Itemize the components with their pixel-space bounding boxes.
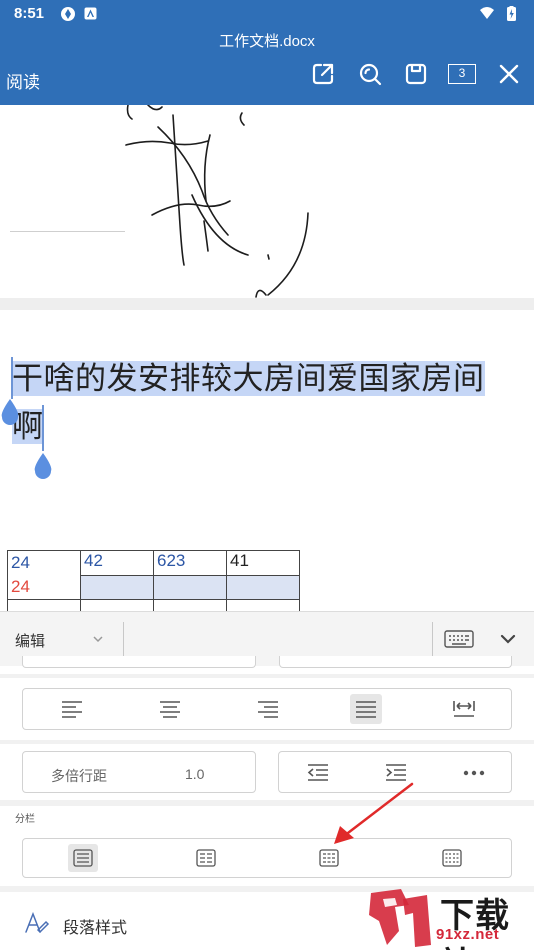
table-row: 24 24 42 623 41 (7, 550, 300, 600)
document-canvas[interactable]: 干啥的发安排较大房间爱国家房间 啊 24 24 42 623 41 (0, 105, 534, 611)
align-right-icon (258, 701, 278, 718)
table-cell[interactable] (153, 574, 227, 600)
font-control-partial[interactable] (279, 656, 512, 668)
alignment-card (0, 678, 534, 740)
close-icon[interactable] (496, 61, 522, 87)
app-screen: 8:51 工作文档.docx 阅读 3 干啥的发安排较大房间爱国家房间 啊 24… (0, 0, 534, 950)
table-cell[interactable] (226, 574, 300, 600)
selection-end-caret (42, 405, 44, 451)
signature-line (10, 231, 125, 232)
chevron-down-icon[interactable] (92, 634, 104, 644)
indent-group (278, 751, 512, 793)
table-cell[interactable]: 42 (80, 550, 154, 576)
font-control-partial[interactable] (22, 656, 256, 668)
line-spacing-label: 多倍行距 (51, 768, 107, 784)
align-left-icon (62, 701, 82, 718)
increase-indent-icon (386, 764, 406, 781)
collapse-panel-icon[interactable] (499, 633, 517, 645)
status-time: 8:51 (14, 5, 45, 22)
decrease-indent-button[interactable] (279, 752, 357, 792)
share-icon[interactable] (310, 61, 336, 87)
toolbar-divider (123, 622, 124, 658)
document-table[interactable]: 24 24 42 623 41 (7, 550, 300, 611)
paragraph-style-label[interactable]: 段落样式 (63, 914, 127, 938)
selection-end-handle[interactable] (33, 453, 53, 479)
spacing-card: 多倍行距 1.0 (0, 744, 534, 800)
columns-card: 分栏 (0, 806, 534, 886)
page-separator (0, 298, 534, 310)
alignment-group (22, 688, 512, 730)
align-center-icon (160, 701, 180, 718)
edit-mode-label[interactable]: 编辑 (15, 630, 45, 651)
toolbar-divider (432, 622, 433, 658)
watermark-url: 91xz.net (436, 926, 500, 943)
read-mode-button[interactable]: 阅读 (6, 68, 40, 93)
table-cell[interactable] (153, 599, 227, 611)
table-cell-value: 24 (11, 553, 30, 572)
handwritten-signature (125, 105, 309, 298)
align-right-button[interactable] (219, 689, 317, 729)
selection-start-handle[interactable] (0, 399, 20, 425)
app-notification-icon (84, 7, 97, 20)
wifi-battery-icon (480, 6, 516, 21)
sync-icon (61, 7, 75, 21)
selection-start-caret (11, 357, 13, 399)
align-center-button[interactable] (121, 689, 219, 729)
line-spacing-value: 1.0 (185, 766, 205, 782)
increase-indent-button[interactable] (357, 752, 435, 792)
selected-text-line1[interactable]: 干啥的发安排较大房间爱国家房间 (12, 361, 485, 396)
selected-paragraph[interactable]: 干啥的发安排较大房间爱国家房间 啊 (12, 355, 532, 451)
one-column-button[interactable] (23, 839, 145, 877)
page-count-button[interactable]: 3 (448, 64, 476, 84)
more-options-button[interactable] (435, 752, 513, 792)
search-icon[interactable] (357, 61, 383, 87)
table-cell[interactable] (226, 599, 300, 611)
align-left-button[interactable] (23, 689, 121, 729)
paragraph-style-icon (25, 912, 50, 934)
app-header: 工作文档.docx 阅读 3 (0, 28, 534, 105)
table-cell[interactable] (80, 574, 154, 600)
table-cell[interactable]: 623 (153, 550, 227, 576)
four-columns-button[interactable] (391, 839, 513, 877)
table-row (7, 599, 300, 611)
table-cell[interactable] (80, 599, 154, 611)
two-columns-button[interactable] (145, 839, 268, 877)
one-column-icon (73, 849, 93, 867)
three-columns-button[interactable] (268, 839, 391, 877)
status-bar: 8:51 (0, 0, 534, 28)
decrease-indent-icon (307, 764, 328, 781)
distribute-button[interactable] (415, 689, 513, 729)
two-columns-icon (196, 849, 216, 867)
distribute-icon (453, 701, 475, 717)
table-cell[interactable] (7, 599, 81, 611)
columns-group (22, 838, 512, 878)
columns-section-title: 分栏 (15, 814, 35, 825)
table-cell-value: 24 (11, 577, 30, 596)
table-cell[interactable]: 24 24 (7, 550, 81, 600)
line-spacing-dropdown[interactable]: 多倍行距 1.0 (22, 751, 256, 793)
align-justify-button[interactable] (317, 689, 415, 729)
document-title: 工作文档.docx (219, 33, 315, 50)
save-icon[interactable] (403, 61, 429, 87)
align-justify-icon (356, 701, 376, 718)
table-cell[interactable]: 41 (226, 550, 300, 576)
four-columns-icon (442, 849, 462, 867)
three-columns-icon (319, 849, 339, 867)
more-icon (463, 770, 485, 776)
keyboard-icon[interactable] (444, 629, 474, 649)
